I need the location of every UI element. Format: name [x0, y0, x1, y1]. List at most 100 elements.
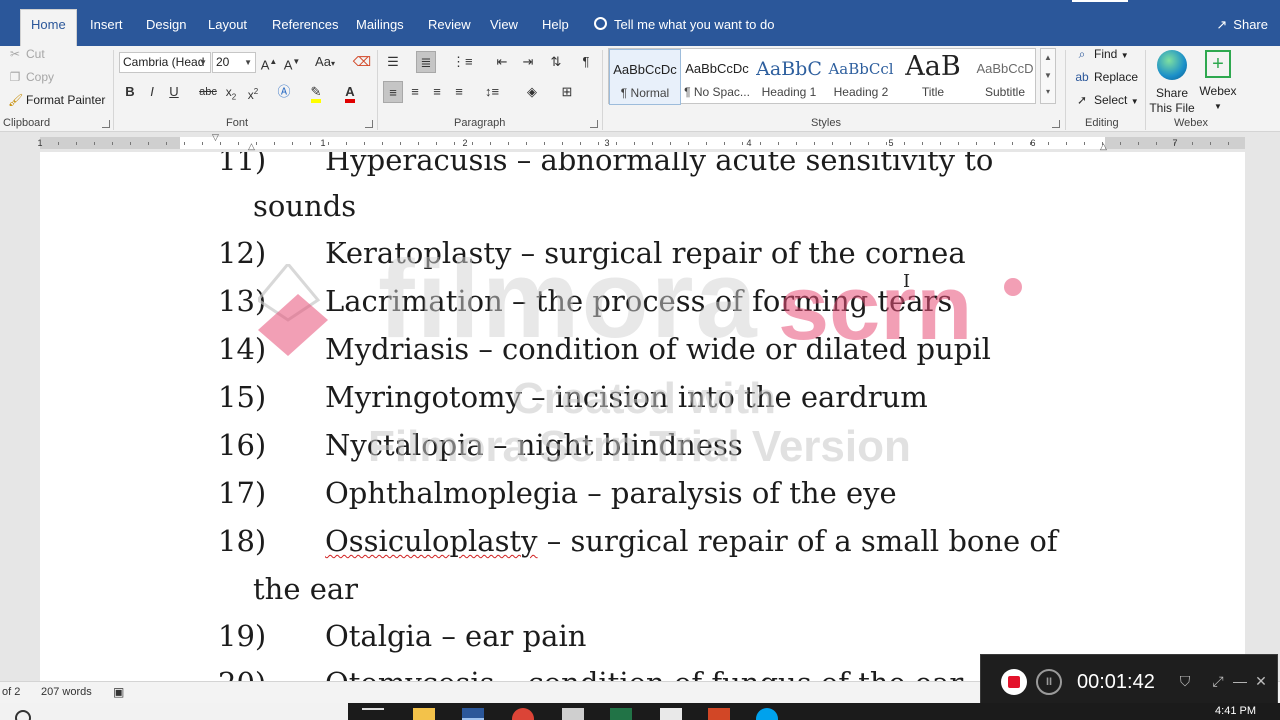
styles-launcher-icon[interactable]: [1052, 120, 1060, 128]
format-painter-button[interactable]: 🖌 Format Painter: [8, 93, 105, 107]
style-no-spacing[interactable]: AaBbCcDc ¶ No Spac...: [681, 49, 753, 105]
numbering-icon[interactable]: ≣: [416, 51, 436, 73]
style-title[interactable]: AaB Title: [897, 49, 969, 105]
hanging-indent-marker[interactable]: △: [248, 142, 255, 151]
chrome-icon[interactable]: [512, 708, 534, 720]
pilcrow-icon[interactable]: ¶: [576, 51, 596, 73]
find-label: Find: [1094, 47, 1118, 61]
powerpoint-icon[interactable]: [708, 708, 730, 720]
store-icon[interactable]: [562, 708, 584, 720]
close-icon[interactable]: ✕: [1252, 672, 1270, 690]
cut-button[interactable]: ✂ Cut: [8, 47, 45, 61]
superscript-icon[interactable]: x2: [243, 81, 263, 103]
ruler-tick: [310, 142, 311, 145]
stop-record-button[interactable]: [1001, 669, 1027, 695]
app-icon[interactable]: [660, 708, 682, 720]
clipboard-launcher-icon[interactable]: [102, 120, 110, 128]
strikethrough-icon[interactable]: abc: [198, 81, 218, 103]
replace-button[interactable]: ab Replace: [1075, 70, 1138, 84]
style-subtitle[interactable]: AaBbCcD Subtitle: [969, 49, 1041, 105]
shrink-font-icon[interactable]: A▼: [282, 51, 302, 73]
ruler-tick: [940, 142, 941, 145]
style-normal[interactable]: AaBbCcDc ¶ Normal: [609, 49, 681, 105]
styles-scroll[interactable]: ▲ ▼ ▾: [1040, 48, 1056, 104]
ruler-tick: [832, 142, 833, 145]
paragraph-launcher-icon[interactable]: [590, 120, 598, 128]
font-size-value: 20: [216, 55, 230, 69]
tab-design[interactable]: Design: [136, 10, 196, 46]
subscript-icon[interactable]: x2: [221, 81, 241, 103]
increase-indent-icon[interactable]: ⇥: [518, 51, 538, 73]
skype-icon[interactable]: [756, 708, 778, 720]
grow-font-icon[interactable]: A▲: [259, 51, 279, 73]
proofing-icon[interactable]: ▣: [113, 682, 124, 703]
italic-icon[interactable]: I: [142, 81, 162, 103]
shading-icon[interactable]: ◈: [522, 81, 542, 103]
style-heading-2[interactable]: AaBbCcl Heading 2: [825, 49, 897, 105]
text-effects-icon[interactable]: Ⓐ: [274, 81, 294, 103]
font-launcher-icon[interactable]: [365, 120, 373, 128]
excel-icon[interactable]: [610, 708, 632, 720]
shield-icon[interactable]: ⛉: [1176, 672, 1194, 690]
page-count[interactable]: of 2: [2, 682, 20, 703]
tab-references[interactable]: References: [262, 10, 348, 46]
tab-insert[interactable]: Insert: [80, 10, 133, 46]
word-count[interactable]: 207 words: [41, 682, 92, 703]
watermark-created-with: Created with: [512, 374, 777, 423]
align-left-icon[interactable]: ≡: [383, 81, 403, 103]
borders-icon[interactable]: ⊞: [557, 81, 577, 103]
misspelled-word[interactable]: Ossiculoplasty: [325, 524, 538, 558]
sort-icon[interactable]: ⇅: [546, 51, 566, 73]
multilevel-list-icon[interactable]: ⋮≡: [452, 51, 473, 73]
minimize-icon[interactable]: —: [1231, 672, 1249, 690]
expand-icon[interactable]: ⤢: [1209, 672, 1227, 690]
tab-help[interactable]: Help: [532, 10, 579, 46]
more-styles-icon[interactable]: ▾: [1041, 85, 1055, 99]
list-text: Ossiculoplasty – surgical repair of a sm…: [325, 521, 1058, 561]
horizontal-ruler[interactable]: 1 1 2 3 4 5 6 7 ▽ △ △: [0, 133, 1280, 152]
share-this-file-button[interactable]: Share This File: [1148, 48, 1196, 116]
copy-button[interactable]: ❐ Copy: [8, 70, 54, 84]
taskbar-search[interactable]: [0, 703, 348, 720]
styles-gallery: AaBbCcDc ¶ Normal AaBbCcDc ¶ No Spac... …: [608, 48, 1036, 105]
word-app-icon[interactable]: [462, 708, 484, 720]
change-case-icon[interactable]: Aa▾: [310, 51, 340, 73]
file-explorer-icon[interactable]: [413, 708, 435, 720]
tab-mailings[interactable]: Mailings: [346, 10, 414, 46]
pause-button[interactable]: II: [1036, 669, 1062, 695]
right-indent-marker[interactable]: △: [1100, 142, 1107, 151]
align-center-icon[interactable]: ≡: [405, 81, 425, 103]
font-size-combo[interactable]: 20 ▼: [212, 52, 256, 73]
tab-view[interactable]: View: [480, 10, 528, 46]
ruler-tick: [634, 142, 635, 145]
bullets-icon[interactable]: ☰: [383, 51, 403, 73]
tab-home[interactable]: Home: [20, 9, 77, 46]
first-line-indent-marker[interactable]: ▽: [212, 133, 219, 142]
align-right-icon[interactable]: ≡: [427, 81, 447, 103]
font-color-icon[interactable]: A: [340, 81, 360, 103]
webex-button[interactable]: + Webex ▼: [1198, 48, 1238, 114]
line-spacing-icon[interactable]: ↕≡: [482, 81, 502, 103]
find-button[interactable]: ⌕ Find ▼: [1075, 47, 1129, 62]
task-view-icon[interactable]: [362, 708, 384, 720]
tab-layout[interactable]: Layout: [198, 10, 257, 46]
justify-icon[interactable]: ≡: [449, 81, 469, 103]
tab-review[interactable]: Review: [418, 10, 481, 46]
select-button[interactable]: ➚ Select ▼: [1075, 93, 1139, 107]
divider: [602, 50, 603, 130]
clear-formatting-icon[interactable]: ⌫: [352, 51, 372, 73]
share-button[interactable]: ↗ Share: [1216, 10, 1268, 39]
highlight-color-icon[interactable]: ✎: [306, 81, 326, 103]
style-heading-1[interactable]: AaBbC Heading 1: [753, 49, 825, 105]
tell-me-search[interactable]: Tell me what you want to do: [594, 10, 774, 39]
ruler-tick: [220, 142, 221, 145]
bold-icon[interactable]: B: [120, 81, 140, 103]
ruler-tick: [778, 142, 779, 145]
list-number: 17): [218, 476, 267, 510]
font-name-combo[interactable]: Cambria (Head ▼: [119, 52, 211, 73]
chevron-down-icon[interactable]: ▼: [1041, 67, 1055, 85]
ruler-tick: [724, 142, 725, 145]
decrease-indent-icon[interactable]: ⇤: [492, 51, 512, 73]
chevron-up-icon[interactable]: ▲: [1041, 49, 1055, 67]
underline-icon[interactable]: U: [164, 81, 184, 103]
